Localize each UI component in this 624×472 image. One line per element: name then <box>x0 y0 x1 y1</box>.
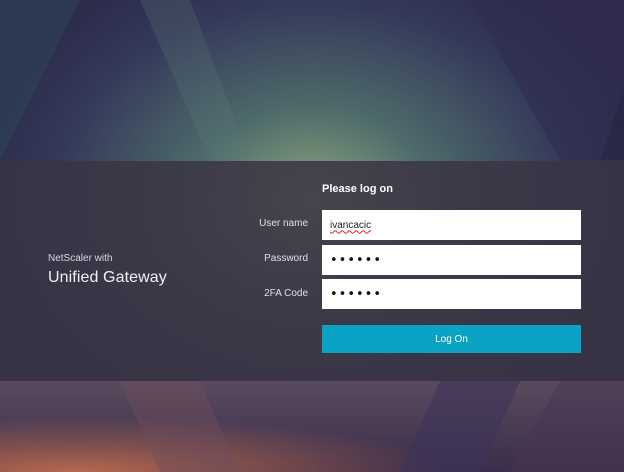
twofa-value: •••••• <box>330 286 383 302</box>
password-input[interactable]: •••••• <box>322 245 581 275</box>
log-on-button[interactable]: Log On <box>322 325 581 353</box>
password-label: Password <box>264 253 308 264</box>
brand-title: Unified Gateway <box>48 269 167 286</box>
password-value: •••••• <box>330 252 383 268</box>
brand-subtitle: NetScaler with <box>48 253 113 264</box>
brand-block: NetScaler with Unified Gateway <box>48 253 167 288</box>
twofa-label: 2FA Code <box>264 288 308 299</box>
twofa-input[interactable]: •••••• <box>322 279 581 309</box>
username-value: ivancacic <box>330 219 372 231</box>
form-title: Please log on <box>322 183 393 195</box>
username-input[interactable]: ivancacic <box>322 210 581 240</box>
username-label: User name <box>259 218 308 229</box>
